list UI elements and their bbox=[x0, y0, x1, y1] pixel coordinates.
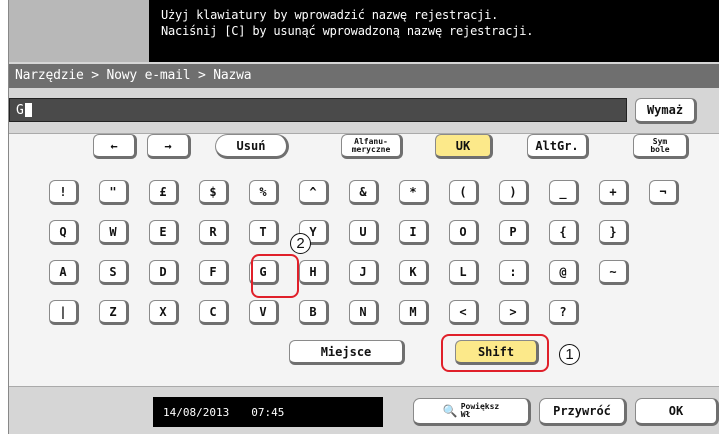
arrow-left-key[interactable]: ← bbox=[93, 134, 137, 159]
key-row2-3[interactable]: R bbox=[199, 220, 229, 245]
key-row1-11[interactable]: + bbox=[599, 180, 629, 205]
key-row2-6[interactable]: U bbox=[349, 220, 379, 245]
keyboard-panel: ← → Usuń Alfanu- meryczne UK AltGr. Sym … bbox=[9, 133, 719, 387]
message-bar-side bbox=[9, 0, 149, 62]
key-row3-3[interactable]: F bbox=[199, 260, 229, 285]
name-input-value: G bbox=[16, 102, 24, 118]
time-text: 07:45 bbox=[251, 405, 285, 419]
arrow-right-key[interactable]: → bbox=[147, 134, 191, 159]
key-row1-7[interactable]: * bbox=[399, 180, 429, 205]
key-row4-8[interactable]: < bbox=[449, 300, 479, 325]
restore-button[interactable]: Przywróć bbox=[539, 398, 627, 426]
name-input-field[interactable]: G bbox=[9, 98, 627, 122]
message-bar: Użyj klawiatury by wprowadzić nazwę reje… bbox=[9, 0, 719, 62]
key-row4-2[interactable]: X bbox=[149, 300, 179, 325]
key-row2-2[interactable]: E bbox=[149, 220, 179, 245]
space-key[interactable]: Miejsce bbox=[289, 340, 405, 365]
key-row2-9[interactable]: P bbox=[499, 220, 529, 245]
key-row1-10[interactable]: _ bbox=[549, 180, 579, 205]
key-row2-0[interactable]: Q bbox=[49, 220, 79, 245]
key-row2-10[interactable]: { bbox=[549, 220, 579, 245]
key-row2-8[interactable]: O bbox=[449, 220, 479, 245]
key-row3-11[interactable]: ~ bbox=[599, 260, 629, 285]
zoom-button[interactable]: 🔍 Powiększ Wł bbox=[413, 398, 531, 426]
key-row4-1[interactable]: Z bbox=[99, 300, 129, 325]
key-row3-1[interactable]: S bbox=[99, 260, 129, 285]
callout-2: 2 bbox=[290, 233, 311, 254]
symbols-key[interactable]: Sym bole bbox=[633, 134, 689, 159]
shift-key-highlight bbox=[441, 334, 549, 372]
breadcrumb-text: Narzędzie > Nowy e-mail > Nazwa bbox=[15, 68, 252, 83]
clear-button[interactable]: Wymaż bbox=[635, 98, 697, 124]
date-text: 14/08/2013 bbox=[163, 405, 230, 419]
key-row1-4[interactable]: % bbox=[249, 180, 279, 205]
key-row1-1[interactable]: " bbox=[99, 180, 129, 205]
key-row3-8[interactable]: L bbox=[449, 260, 479, 285]
key-row1-6[interactable]: & bbox=[349, 180, 379, 205]
key-row2-11[interactable]: } bbox=[599, 220, 629, 245]
key-row3-5[interactable]: H bbox=[299, 260, 329, 285]
status-bar: 14/08/2013 07:45 🔍 Powiększ Wł Przywróć … bbox=[9, 390, 719, 434]
key-row4-4[interactable]: V bbox=[249, 300, 279, 325]
key-row3-7[interactable]: K bbox=[399, 260, 429, 285]
date-time-display: 14/08/2013 07:45 bbox=[153, 397, 383, 427]
key-row1-0[interactable]: ! bbox=[49, 180, 79, 205]
key-row4-9[interactable]: > bbox=[499, 300, 529, 325]
callout-1: 1 bbox=[559, 344, 580, 365]
key-row3-10[interactable]: @ bbox=[549, 260, 579, 285]
text-cursor bbox=[24, 103, 32, 117]
key-row3-9[interactable]: : bbox=[499, 260, 529, 285]
key-row4-10[interactable]: ? bbox=[549, 300, 579, 325]
zoom-icon: 🔍 bbox=[442, 404, 458, 418]
ok-button[interactable]: OK bbox=[635, 398, 719, 426]
key-row2-4[interactable]: T bbox=[249, 220, 279, 245]
key-row4-0[interactable]: | bbox=[49, 300, 79, 325]
key-row2-1[interactable]: W bbox=[99, 220, 129, 245]
key-row1-9[interactable]: ) bbox=[499, 180, 529, 205]
key-row3-0[interactable]: A bbox=[49, 260, 79, 285]
key-row1-8[interactable]: ( bbox=[449, 180, 479, 205]
key-row4-5[interactable]: B bbox=[299, 300, 329, 325]
key-row4-7[interactable]: M bbox=[399, 300, 429, 325]
key-row1-12[interactable]: ¬ bbox=[649, 180, 679, 205]
g-key-highlight bbox=[251, 254, 299, 298]
device-screen: Użyj klawiatury by wprowadzić nazwę reje… bbox=[8, 0, 719, 434]
alphanumeric-key[interactable]: Alfanu- meryczne bbox=[341, 134, 403, 159]
key-row1-3[interactable]: $ bbox=[199, 180, 229, 205]
zoom-sublabel: Wł bbox=[460, 410, 471, 419]
key-row1-2[interactable]: £ bbox=[149, 180, 179, 205]
key-row3-6[interactable]: J bbox=[349, 260, 379, 285]
key-row4-6[interactable]: N bbox=[349, 300, 379, 325]
delete-key[interactable]: Usuń bbox=[215, 134, 289, 159]
breadcrumb: Narzędzie > Nowy e-mail > Nazwa bbox=[9, 64, 719, 88]
input-row: G Wymaż bbox=[9, 96, 719, 130]
message-line-1: Użyj klawiatury by wprowadzić nazwę reje… bbox=[161, 8, 499, 22]
key-row3-2[interactable]: D bbox=[149, 260, 179, 285]
message-line-2: Naciśnij [C] by usunąć wprowadzoną nazwę… bbox=[161, 24, 534, 38]
key-row2-7[interactable]: I bbox=[399, 220, 429, 245]
key-row4-3[interactable]: C bbox=[199, 300, 229, 325]
key-row1-5[interactable]: ^ bbox=[299, 180, 329, 205]
zoom-label-group: Powiększ Wł bbox=[461, 403, 500, 419]
uk-layout-key[interactable]: UK bbox=[435, 134, 493, 159]
altgr-key[interactable]: AltGr. bbox=[527, 134, 589, 159]
